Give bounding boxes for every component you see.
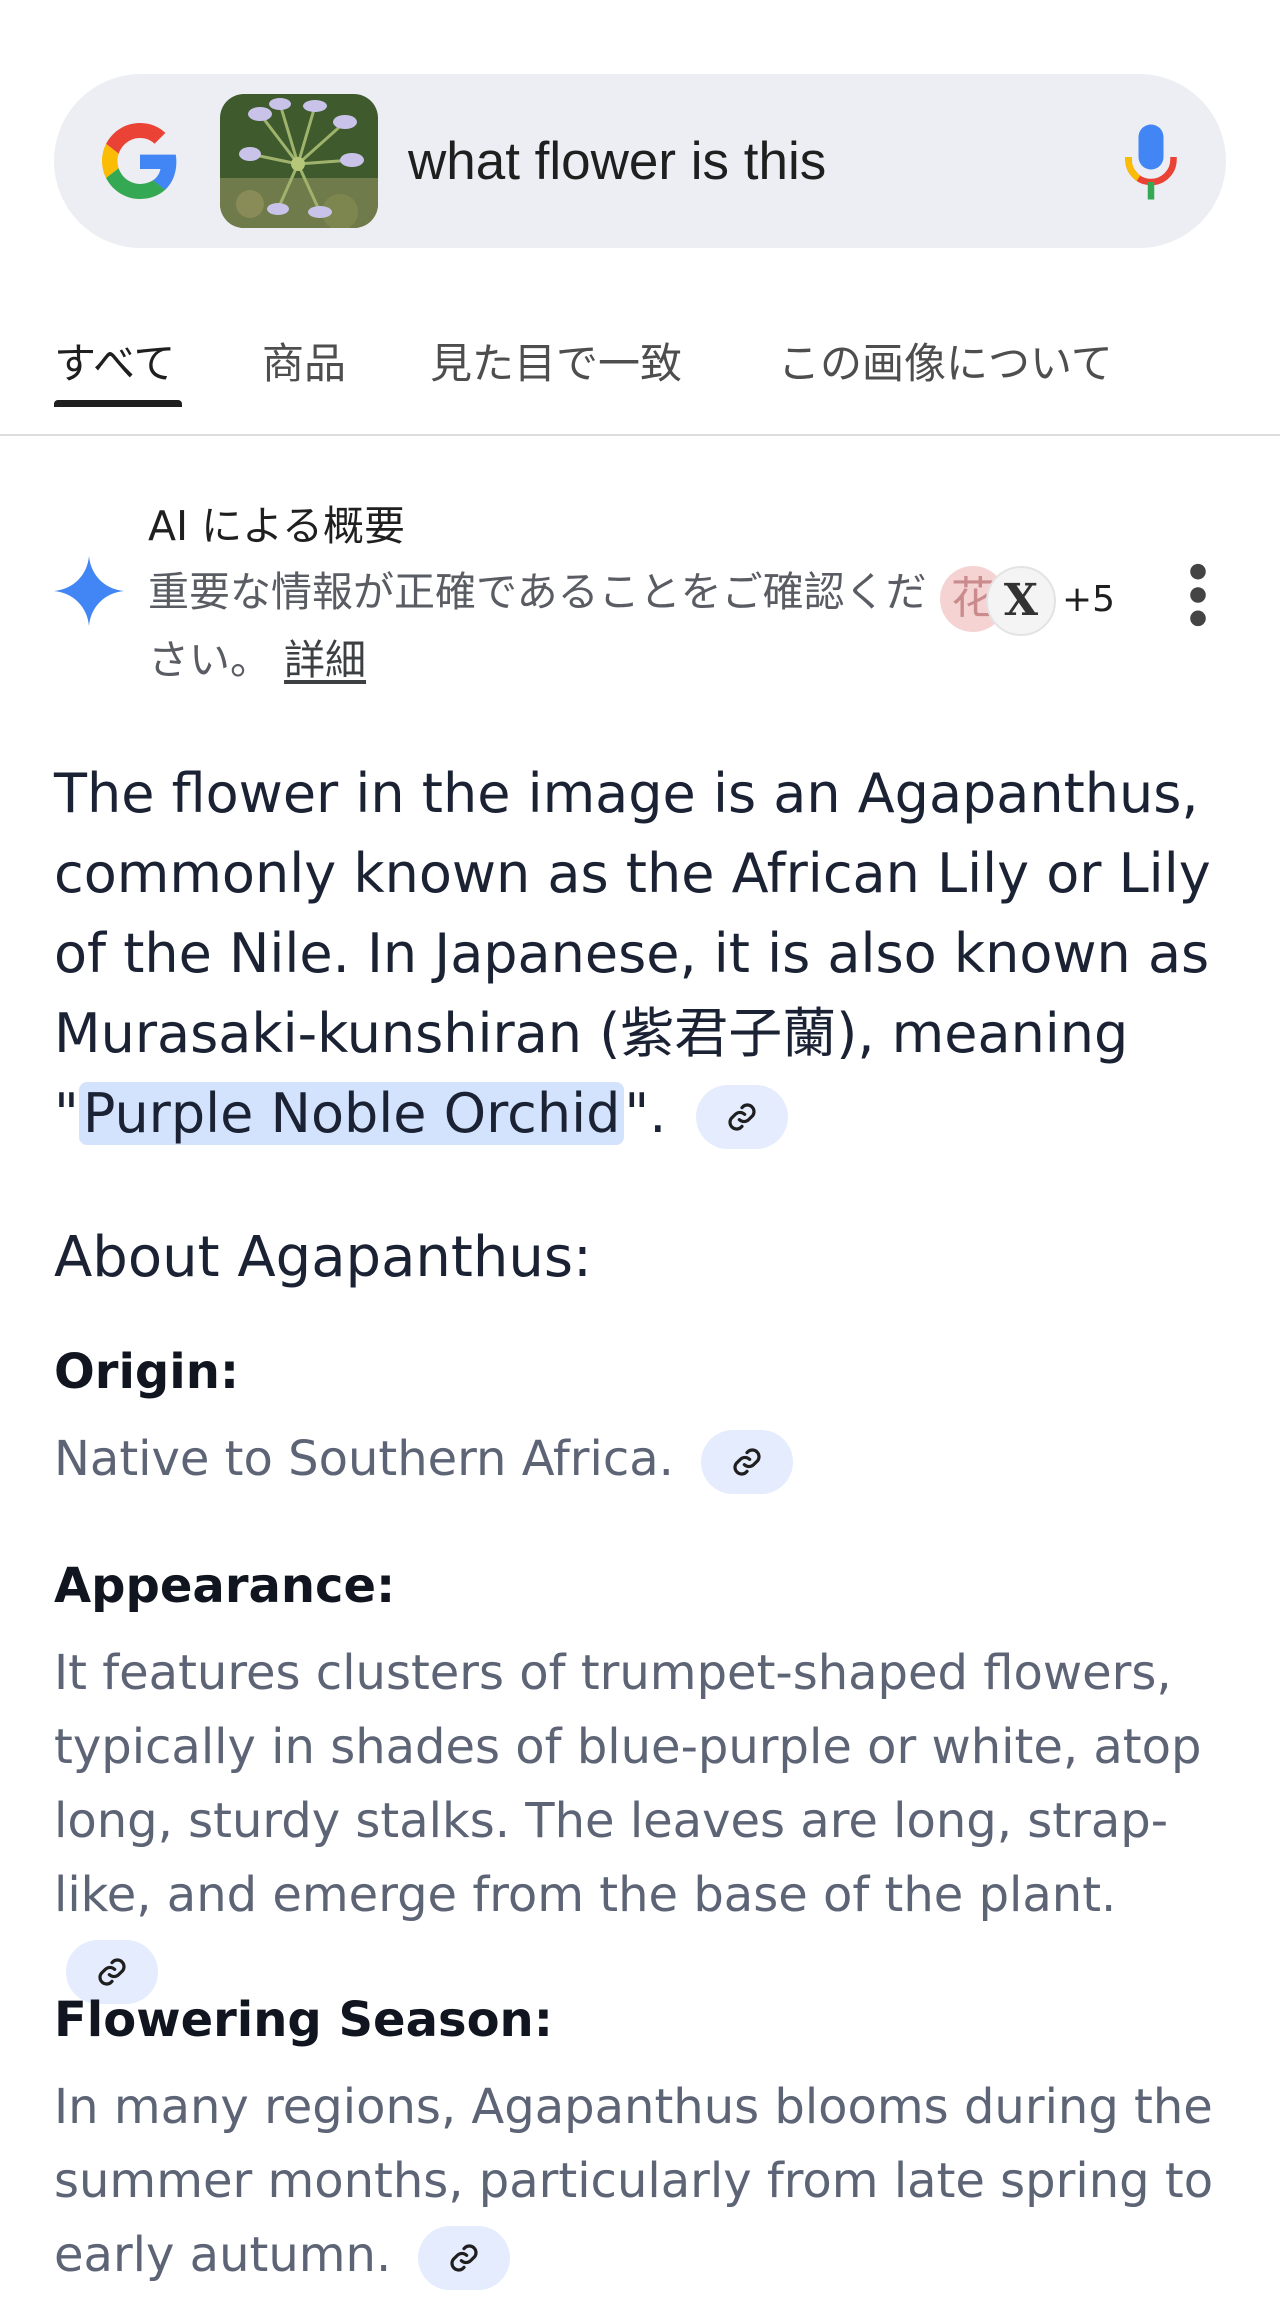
- section-text: Native to Southern Africa.: [54, 1422, 1234, 1496]
- flower-thumbnail-image[interactable]: [220, 94, 378, 228]
- appearance-text: It features clusters of trumpet-shaped f…: [54, 1645, 1202, 1923]
- origin-text: Native to Southern Africa.: [54, 1431, 674, 1487]
- flowering-season-text: In many regions, Agapanthus blooms durin…: [54, 2079, 1214, 2283]
- tabs-divider: [0, 434, 1280, 436]
- tab-visual-matches[interactable]: 見た目で一致: [430, 332, 682, 396]
- tab-products[interactable]: 商品: [262, 332, 346, 396]
- tab-about-this-image[interactable]: この画像について: [778, 332, 1113, 396]
- search-bar[interactable]: what flower is this: [54, 74, 1226, 248]
- sources-stack[interactable]: 花 X +5: [940, 560, 1140, 640]
- citation-link-button[interactable]: [418, 2226, 511, 2290]
- mic-icon[interactable]: [1120, 122, 1182, 202]
- summary-text-end: ".: [624, 1082, 667, 1145]
- appearance-section: Appearance: It features clusters of trum…: [54, 1552, 1234, 2006]
- citation-link-button[interactable]: [695, 1085, 788, 1150]
- tab-all[interactable]: すべて: [54, 332, 175, 396]
- section-title: Appearance:: [54, 1558, 396, 1614]
- link-icon: [733, 1448, 761, 1476]
- ai-overview-title: AI による概要: [148, 502, 405, 550]
- section-title: Flowering Season:: [54, 1992, 553, 2048]
- ai-summary-paragraph: The flower in the image is an Agapanthus…: [54, 754, 1234, 1154]
- google-g-icon[interactable]: [102, 123, 178, 199]
- origin-section: Origin: Native to Southern Africa.: [54, 1338, 1234, 1496]
- flowering-season-section: Flowering Season: In many regions, Agapa…: [54, 1986, 1234, 2292]
- highlighted-phrase[interactable]: Purple Noble Orchid: [78, 1082, 625, 1145]
- ai-overview-disclaimer: 重要な情報が正確であることをご確認ください。 詳細: [148, 558, 928, 694]
- ai-overview-header: AI による概要 重要な情報が正確であることをご確認ください。 詳細 花 X +…: [0, 490, 1280, 710]
- details-link[interactable]: 詳細: [284, 636, 366, 684]
- citation-link-button[interactable]: [701, 1430, 794, 1494]
- link-icon: [727, 1103, 756, 1131]
- ai-sparkle-icon: [54, 556, 124, 626]
- section-text: It features clusters of trumpet-shaped f…: [54, 1636, 1234, 2006]
- search-tabs: すべて 商品 見た目で一致 この画像について: [0, 318, 1280, 436]
- link-icon: [450, 2244, 479, 2272]
- search-query[interactable]: what flower is this: [408, 130, 826, 194]
- section-title: Origin:: [54, 1344, 240, 1400]
- about-heading: About Agapanthus:: [54, 1225, 592, 1290]
- source-favicon[interactable]: X: [986, 566, 1056, 636]
- disclaimer-text: 重要な情報が正確であることをご確認ください。: [148, 568, 927, 684]
- source-count[interactable]: +5: [1062, 578, 1115, 622]
- section-text: In many regions, Agapanthus blooms durin…: [54, 2070, 1234, 2292]
- active-tab-indicator: [54, 400, 182, 407]
- link-icon: [98, 1958, 126, 1986]
- more-options-icon[interactable]: [1180, 560, 1216, 630]
